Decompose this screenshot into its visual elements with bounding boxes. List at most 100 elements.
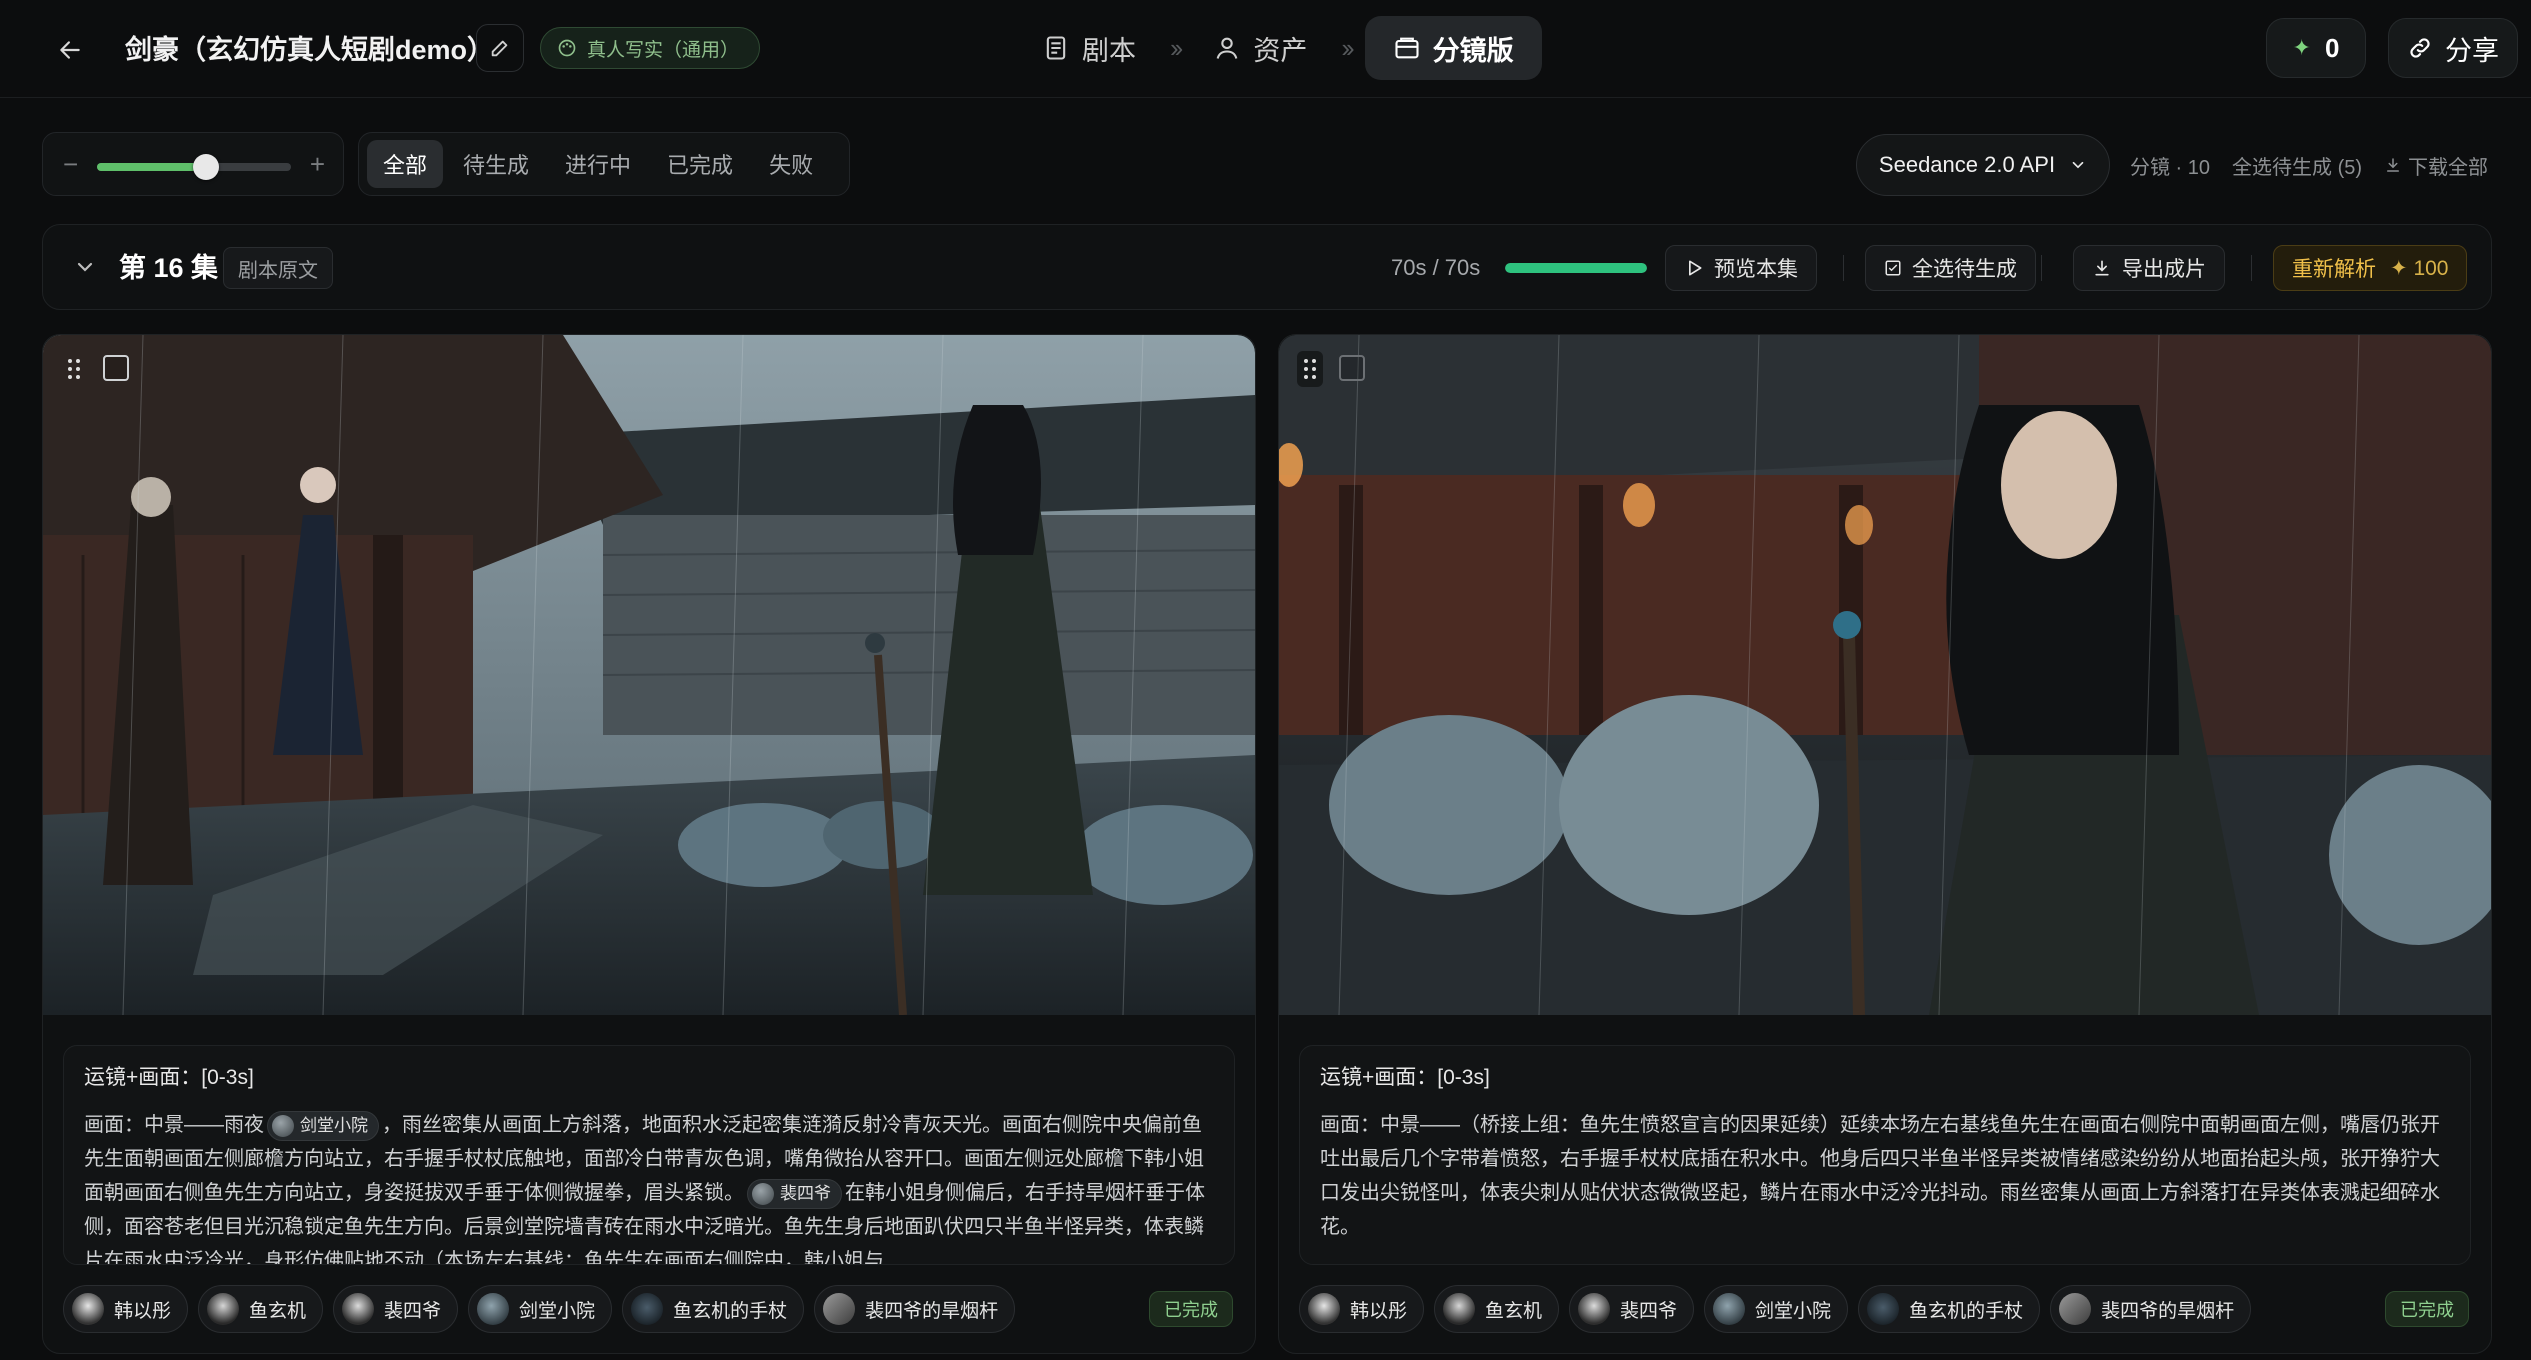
asset-tag-label: 鱼玄机的手杖 [1909,1300,2024,1322]
storyboard-icon [1395,37,1419,59]
zoom-control: − + [42,132,344,196]
shot-select-checkbox[interactable] [103,355,129,381]
asset-thumb [752,1182,774,1205]
asset-tag-label: 剑堂小院 [519,1300,596,1322]
shot-card[interactable]: 运镜+画面：[0-3s] 画面：中景——（桥接上组：鱼先生愤怒宣言的因果延续）延… [1278,334,2492,1354]
zoom-slider-handle[interactable] [192,154,219,180]
avatar [72,1293,104,1325]
edit-title-button[interactable] [476,24,524,72]
drag-handle-icon[interactable] [61,351,87,387]
divider [2251,255,2252,281]
select-pending-button[interactable]: 全选待生成 [1865,245,2036,291]
model-select-value: Seedance 2.0 API [1878,152,2056,177]
zoom-in-button[interactable]: + [310,149,325,179]
top-bar: 剑豪（玄幻仿真人短剧demo） 真人写实（通用） 剧本 ›› 资产 ›› 分镜版… [0,0,2531,98]
style-badge[interactable]: 真人写实（通用） [540,27,761,69]
download-icon [2095,260,2109,276]
play-icon [1689,260,1702,276]
asset-tag-label: 鱼玄机 [1485,1300,1543,1322]
avatar [823,1293,856,1325]
asset-tag[interactable]: 鱼玄机的手杖 [622,1285,805,1333]
status-badge: 已完成 [2385,1291,2469,1327]
asset-tag-label: 鱼玄机的手杖 [673,1300,788,1322]
filter-tab-pending[interactable]: 待生成 [447,140,545,188]
model-select[interactable]: Seedance 2.0 API [1856,134,2110,196]
asset-tag-label: 裴四爷 [384,1300,442,1322]
asset-tag-label: 韩以彤 [114,1300,172,1322]
shot-thumbnail[interactable] [1279,335,2491,1015]
collapse-episode-button[interactable] [73,255,97,284]
shot-description-body: 画面：中景——（桥接上组：鱼先生愤怒宣言的因果延续）延续本场左右基线鱼先生在画面… [1320,1114,2440,1238]
asset-tag[interactable]: 裴四爷 [333,1285,459,1333]
asset-chip-label: 裴四爷 [780,1183,831,1203]
share-button[interactable]: 分享 [2388,18,2518,78]
shot-description[interactable]: 运镜+画面：[0-3s] 画面：中景——（桥接上组：鱼先生愤怒宣言的因果延续）延… [1299,1045,2471,1265]
zoom-out-button[interactable]: − [63,149,78,179]
nav-assets-label: 资产 [1253,35,1308,66]
reparse-button[interactable]: 重新解析 ✦ 100 [2273,245,2468,291]
asset-tag[interactable]: 韩以彤 [63,1285,189,1333]
nav-script-label: 剧本 [1082,35,1136,66]
divider [1843,255,1844,281]
avatar [1443,1293,1476,1325]
asset-tag[interactable]: 鱼玄机 [198,1285,324,1333]
credits-button[interactable]: ✦ 0 [2266,18,2366,78]
episode-duration: 70s / 70s [1391,255,1481,280]
asset-tag[interactable]: 裴四爷的旱烟杆 [814,1285,1016,1333]
shot-image [1279,335,2491,1015]
filter-tab-all[interactable]: 全部 [367,140,444,188]
preview-episode-button[interactable]: 预览本集 [1665,245,1817,291]
episode-bar: 第 16 集 剧本原文 70s / 70s 预览本集 全选待生成 导出成片 重新… [42,224,2492,310]
shot-thumbnail[interactable] [43,335,1255,1015]
asset-chip[interactable]: 裴四爷 [747,1178,842,1209]
select-pending-link[interactable]: 全选待生成 (5) [2232,151,2362,180]
filter-tab-failed[interactable]: 失败 [753,140,829,188]
nav-script[interactable]: 剧本 [1022,16,1156,80]
drag-handle-icon[interactable] [1297,351,1323,387]
export-video-button[interactable]: 导出成片 [2073,245,2225,291]
status-badge: 已完成 [1149,1291,1233,1327]
episode-title: 第 16 集 [119,253,219,283]
download-all-link[interactable]: 下载全部 [2384,151,2488,180]
script-source-button[interactable]: 剧本原文 [223,247,333,289]
shot-description-header: 运镜+画面：[0-3s] [84,1066,254,1089]
shot-description[interactable]: 运镜+画面：[0-3s] 画面：中景——雨夜 剑堂小院 ，雨丝密集从画面上方斜落，地… [63,1045,1235,1265]
export-label: 导出成片 [2122,258,2206,281]
shot-card[interactable]: 运镜+画面：[0-3s] 画面：中景——雨夜 剑堂小院 ，雨丝密集从画面上方斜落，地… [42,334,1256,1354]
asset-tag[interactable]: 裴四爷 [1569,1285,1695,1333]
nav-separator: ›› [1170,32,1183,63]
avatar [342,1293,375,1325]
reparse-label: 重新解析 [2292,258,2376,281]
shot-description-header: 运镜+画面：[0-3s] [1320,1066,1490,1089]
asset-tag[interactable]: 剑堂小院 [1704,1285,1849,1333]
back-button[interactable] [50,30,90,70]
filter-tab-in-progress[interactable]: 进行中 [549,140,647,188]
avatar [631,1293,664,1325]
asset-tag-label: 裴四爷 [1620,1300,1678,1322]
shot-count: 分镜 · 10 [2130,156,2211,179]
chevron-down-icon [77,262,93,272]
asset-thumb [272,1114,294,1137]
filter-tab-completed[interactable]: 已完成 [651,140,749,188]
nav-assets[interactable]: 资产 [1193,16,1327,80]
description-text: 画面：中景——雨夜 [84,1114,264,1136]
asset-tag[interactable]: 鱼玄机 [1434,1285,1560,1333]
reparse-cost: ✦ 100 [2390,256,2448,281]
asset-tag[interactable]: 鱼玄机的手杖 [1858,1285,2041,1333]
asset-tag-label: 鱼玄机 [249,1300,307,1322]
shot-select-checkbox[interactable] [1339,355,1365,381]
divider [2041,255,2042,281]
asset-tags: 韩以彤 鱼玄机 裴四爷 剑堂小院 鱼玄机的手杖 裴四爷的旱烟杆 [63,1281,1016,1337]
asset-tag[interactable]: 剑堂小院 [468,1285,613,1333]
zoom-slider[interactable] [97,154,291,180]
asset-tag[interactable]: 裴四爷的旱烟杆 [2050,1285,2252,1333]
user-icon [1216,37,1238,59]
shot-description-body: 画面：中景——雨夜 剑堂小院 ，雨丝密集从画面上方斜落，地面积水泛起密集涟漪反射冷青… [84,1108,1214,1264]
avatar [1578,1293,1611,1325]
asset-tag-label: 裴四爷的旱烟杆 [2101,1300,2235,1322]
asset-chip[interactable]: 剑堂小院 [267,1110,379,1141]
asset-tag[interactable]: 韩以彤 [1299,1285,1425,1333]
episode-progress-fill [1505,263,1647,273]
avatar [207,1293,240,1325]
nav-storyboard[interactable]: 分镜版 [1364,16,1542,80]
